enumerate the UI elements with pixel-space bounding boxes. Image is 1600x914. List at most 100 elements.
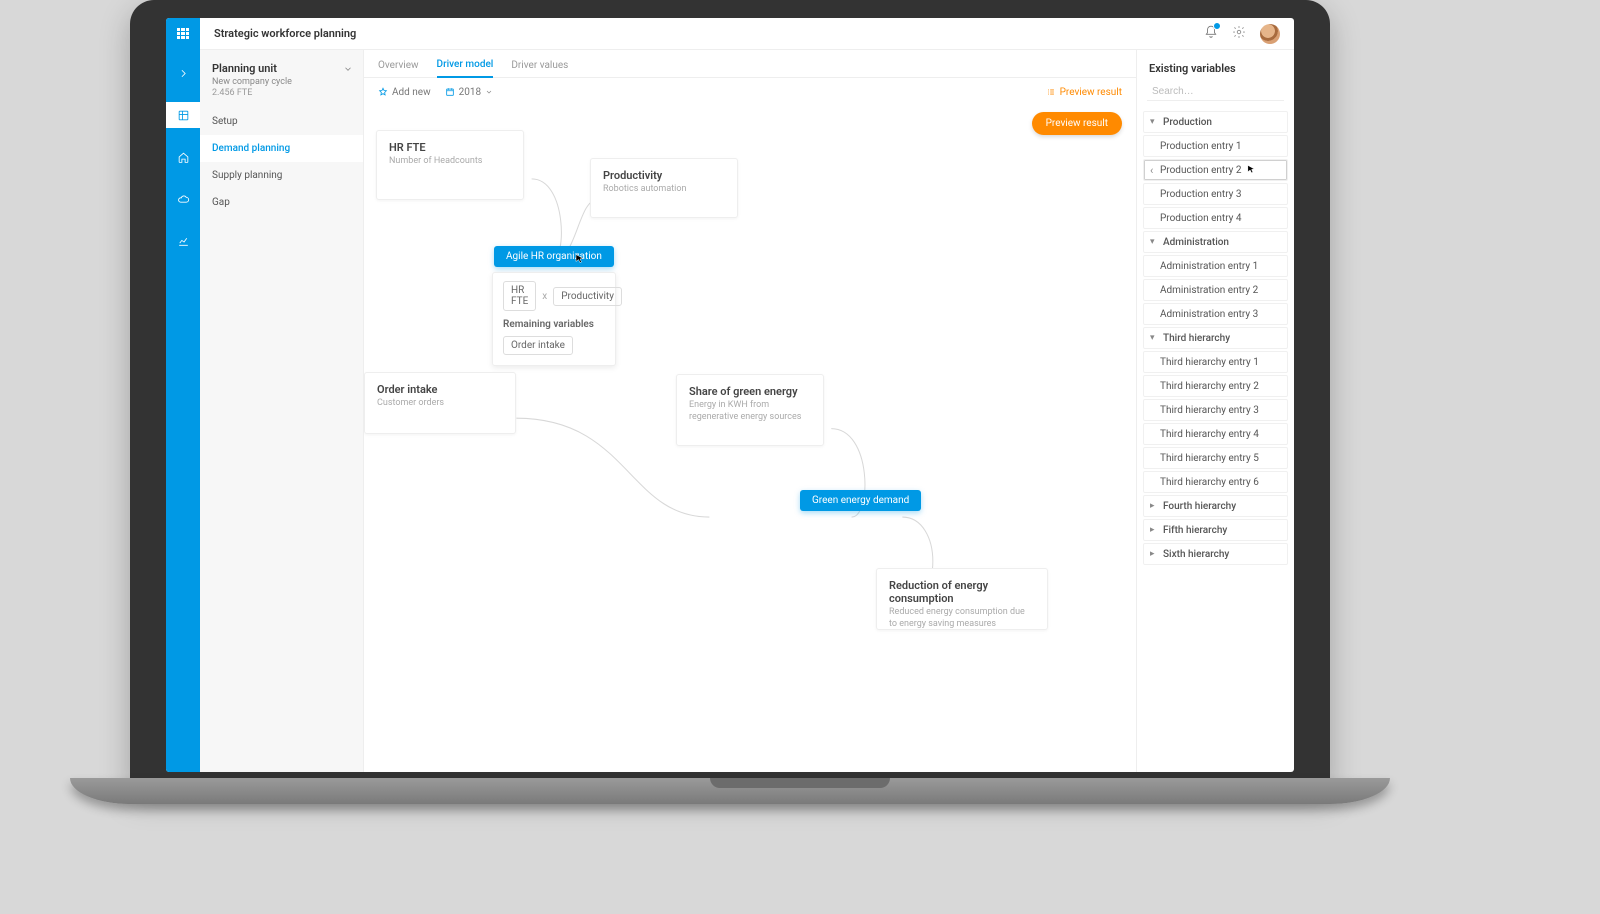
tab-driver-values[interactable]: Driver values	[511, 60, 568, 77]
search-input[interactable]	[1152, 86, 1284, 97]
tree-item[interactable]: Administration entry 2	[1143, 279, 1288, 301]
rail-item-home[interactable]	[166, 144, 200, 170]
node-title: Productivity	[603, 169, 725, 182]
variables-tree: ▾Production Production entry 1 ‹Production…	[1137, 109, 1294, 772]
tree-item-label: Third hierarchy entry 1	[1160, 357, 1259, 368]
add-new-label: Add new	[392, 87, 431, 98]
topbar: Strategic workforce planning	[166, 18, 1294, 50]
tree-item-label: Administration entry 1	[1160, 261, 1258, 272]
tree-group-label: Third hierarchy	[1163, 333, 1230, 344]
tabs: Overview Driver model Driver values	[364, 50, 1136, 78]
tree-group[interactable]: ▾Production	[1143, 111, 1288, 133]
node-hr-fte[interactable]: HR FTE Number of Headcounts	[376, 130, 524, 200]
rail-item-planning[interactable]	[166, 102, 200, 128]
node-sub: Number of Headcounts	[389, 156, 511, 168]
app-logo[interactable]	[166, 18, 200, 50]
rail-item-cloud[interactable]	[166, 186, 200, 212]
caret-right-icon: ▸	[1150, 549, 1160, 559]
page-title: Strategic workforce planning	[200, 27, 356, 40]
tree-group[interactable]: ▸Sixth hierarchy	[1143, 543, 1288, 565]
tree-item-label: Production entry 4	[1160, 213, 1242, 224]
tree-item[interactable]: ‹Production entry 2	[1143, 159, 1288, 181]
driver-canvas[interactable]: Preview result HR FTE Number of Headcoun…	[364, 106, 1136, 772]
variables-panel: Existing variables ▾Production Production…	[1136, 50, 1294, 772]
variables-title: Existing variables	[1137, 50, 1294, 83]
remaining-label: Remaining variables	[503, 319, 605, 330]
chevron-down-icon	[485, 88, 493, 96]
tree-group-label: Administration	[1163, 237, 1229, 248]
tree-group[interactable]: ▸Fifth hierarchy	[1143, 519, 1288, 541]
subnav-gap[interactable]: Gap	[200, 189, 363, 216]
tree-item[interactable]: Administration entry 1	[1143, 255, 1288, 277]
tree-group-label: Fourth hierarchy	[1163, 501, 1236, 512]
cloud-icon	[177, 193, 190, 206]
tree-item-label: Third hierarchy entry 6	[1160, 477, 1259, 488]
formula-var-a[interactable]: HR FTE	[503, 281, 536, 311]
chart-line-icon	[177, 235, 190, 248]
subnav-setup[interactable]: Setup	[200, 108, 363, 135]
tree-item[interactable]: Third hierarchy entry 4	[1143, 423, 1288, 445]
gear-icon	[1232, 25, 1246, 39]
table-icon	[177, 109, 190, 122]
tree-item[interactable]: Third hierarchy entry 1	[1143, 351, 1288, 373]
caret-down-icon: ▾	[1150, 237, 1160, 247]
node-green-share[interactable]: Share of green energy Energy in KWH from…	[676, 374, 824, 446]
tree-group[interactable]: ▾Third hierarchy	[1143, 327, 1288, 349]
preview-result-link[interactable]: Preview result	[1046, 87, 1122, 98]
avatar[interactable]	[1260, 24, 1280, 44]
calendar-icon	[445, 87, 455, 97]
chip-green-demand[interactable]: Green energy demand	[800, 490, 921, 511]
planning-cycle: New company cycle	[212, 77, 351, 87]
tab-overview[interactable]: Overview	[378, 60, 419, 77]
rail-item-chart[interactable]	[166, 228, 200, 254]
node-reduction[interactable]: Reduction of energy consumption Reduced …	[876, 568, 1048, 630]
tree-group[interactable]: ▾Administration	[1143, 231, 1288, 253]
chip-agile-hr[interactable]: Agile HR organization	[494, 246, 614, 267]
subnav-demand-planning[interactable]: Demand planning	[200, 135, 363, 162]
tree-item-label: Administration entry 2	[1160, 285, 1258, 296]
tree-item-label: Third hierarchy entry 3	[1160, 405, 1259, 416]
year-selector[interactable]: 2018	[445, 87, 493, 98]
tree-item[interactable]: Third hierarchy entry 6	[1143, 471, 1288, 493]
tree-group-label: Fifth hierarchy	[1163, 525, 1227, 536]
formula-remaining-chip[interactable]: Order intake	[503, 336, 573, 355]
tree-item-label: Production entry 2	[1160, 165, 1242, 176]
formula-var-b[interactable]: Productivity	[553, 287, 622, 306]
tree-group[interactable]: ▸Fourth hierarchy	[1143, 495, 1288, 517]
node-order-intake[interactable]: Order intake Customer orders	[364, 372, 516, 434]
tab-driver-model[interactable]: Driver model	[437, 59, 494, 78]
tree-group-label: Sixth hierarchy	[1163, 549, 1229, 560]
planning-fte: 2.456 FTE	[212, 88, 351, 98]
preview-result-button[interactable]: Preview result	[1032, 112, 1122, 135]
tree-item-label: Administration entry 3	[1160, 309, 1258, 320]
tree-item-label: Production entry 3	[1160, 189, 1242, 200]
settings-button[interactable]	[1232, 25, 1246, 42]
planning-unit-label: Planning unit	[212, 62, 351, 75]
variables-search[interactable]	[1147, 83, 1284, 101]
node-productivity[interactable]: Productivity Robotics automation	[590, 158, 738, 218]
notifications-button[interactable]	[1204, 25, 1218, 42]
home-icon	[177, 151, 190, 164]
caret-down-icon: ▾	[1150, 117, 1160, 127]
node-title: Reduction of energy consumption	[889, 579, 1035, 605]
chevron-down-icon	[343, 64, 353, 77]
caret-down-icon: ▾	[1150, 333, 1160, 343]
nav-rail	[166, 50, 200, 772]
tree-item[interactable]: Third hierarchy entry 5	[1143, 447, 1288, 469]
tree-item[interactable]: Production entry 3	[1143, 183, 1288, 205]
tree-item[interactable]: Production entry 1	[1143, 135, 1288, 157]
caret-right-icon: ▸	[1150, 501, 1160, 511]
rail-expand[interactable]	[166, 60, 200, 86]
tree-item-label: Production entry 1	[1160, 141, 1242, 152]
subnav-supply-planning[interactable]: Supply planning	[200, 162, 363, 189]
tree-item-label: Third hierarchy entry 5	[1160, 453, 1259, 464]
tree-item[interactable]: Administration entry 3	[1143, 303, 1288, 325]
add-new-button[interactable]: Add new	[378, 87, 431, 98]
notification-badge	[1213, 22, 1221, 30]
tree-item-label: Third hierarchy entry 4	[1160, 429, 1259, 440]
tree-item[interactable]: Third hierarchy entry 2	[1143, 375, 1288, 397]
planning-unit-selector[interactable]: Planning unit New company cycle 2.456 FT…	[200, 50, 363, 108]
tree-item[interactable]: Production entry 4	[1143, 207, 1288, 229]
tree-item[interactable]: Third hierarchy entry 3	[1143, 399, 1288, 421]
node-sub: Reduced energy consumption due to energy…	[889, 607, 1035, 630]
